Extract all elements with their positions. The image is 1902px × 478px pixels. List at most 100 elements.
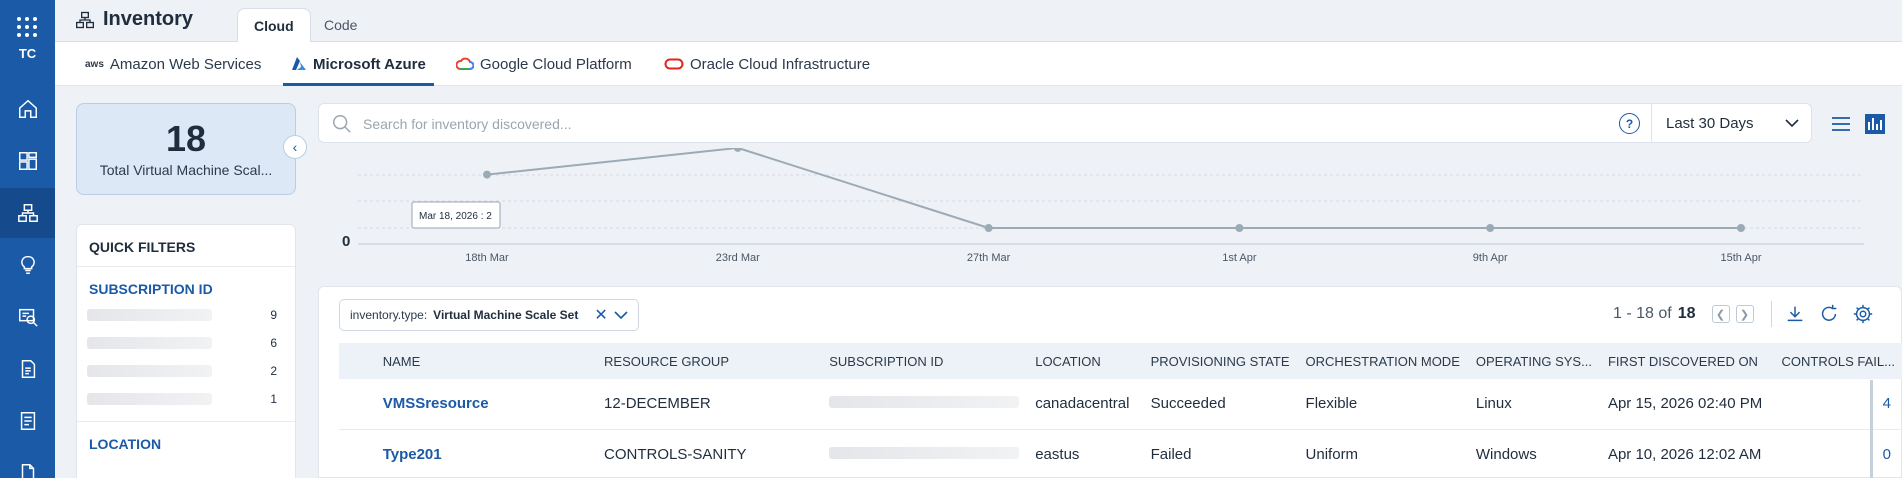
data-point[interactable] <box>1486 224 1495 232</box>
divider <box>1771 301 1772 327</box>
quick-filters-title: QUICK FILTERS <box>77 225 295 267</box>
filter-section-subscription[interactable]: SUBSCRIPTION ID <box>77 267 295 301</box>
data-point[interactable] <box>1737 224 1745 232</box>
collapse-panel-button[interactable]: ‹ <box>283 135 307 159</box>
refresh-icon[interactable] <box>1818 303 1840 325</box>
chevron-down-icon[interactable] <box>614 310 628 320</box>
column-header[interactable]: CONTROLS FAIL... <box>1774 343 1902 379</box>
provider-label: Amazon Web Services <box>109 55 262 73</box>
resource-name-link[interactable]: VMSSresource <box>375 379 596 429</box>
next-page-button[interactable]: ❯ <box>1735 305 1754 323</box>
filter-option[interactable]: 2 <box>77 357 295 385</box>
search-report-icon[interactable] <box>0 292 55 342</box>
column-header[interactable]: RESOURCE GROUP <box>596 343 821 379</box>
total-count-card[interactable]: 18 Total Virtual Machine Scal... <box>76 103 296 195</box>
date-range-select[interactable]: Last 30 Days <box>1651 104 1813 142</box>
redacted-value <box>87 337 212 349</box>
table-row[interactable]: Type201 CONTROLS-SANITY eastus Failed Un… <box>339 429 1902 478</box>
filter-option[interactable]: 9 <box>77 301 295 329</box>
provider-label: Google Cloud Platform <box>480 55 632 73</box>
tab-code[interactable]: Code <box>308 8 373 42</box>
controls-failed-link[interactable]: 0 <box>1774 429 1902 478</box>
x-tick-label: 15th Apr <box>1721 252 1762 264</box>
filter-count: 2 <box>270 364 277 378</box>
table-toolbar <box>1771 301 1874 327</box>
apps-grid-icon[interactable] <box>16 16 38 38</box>
filter-option[interactable]: 6 <box>77 329 295 357</box>
row-spacer <box>339 379 375 429</box>
resource-group-cell: CONTROLS-SANITY <box>604 445 747 463</box>
orchestration-mode-cell: Uniform <box>1305 445 1359 463</box>
filter-option[interactable]: 1 <box>77 385 295 413</box>
list-view-icon[interactable] <box>1830 113 1852 135</box>
chart-tooltip: Mar 18, 2026 : 2 <box>411 201 501 229</box>
prev-page-button[interactable]: ❮ <box>1711 305 1730 323</box>
home-icon[interactable] <box>0 84 55 134</box>
filter-section-location[interactable]: LOCATION <box>77 422 295 456</box>
search-input[interactable] <box>363 112 1493 136</box>
resource-name-link[interactable]: Type201 <box>375 429 596 478</box>
location-cell: canadacentral <box>1035 395 1130 413</box>
vertical-scrollbar[interactable] <box>1870 380 1873 478</box>
data-point[interactable] <box>1235 224 1244 232</box>
reports-icon[interactable] <box>0 396 55 446</box>
data-point[interactable] <box>483 170 491 179</box>
column-header[interactable]: LOCATION <box>1027 343 1142 379</box>
provisioning-state-cell: Failed <box>1150 445 1192 463</box>
provider-label: Oracle Cloud Infrastructure <box>690 55 871 73</box>
chart-view-icon[interactable] <box>1864 113 1886 135</box>
table-header-spacer <box>339 343 375 379</box>
provider-tab-oracle[interactable]: Oracle Cloud Infrastructure <box>664 42 870 86</box>
page-title: Inventory <box>75 8 193 31</box>
pagination-range: 1 - 18 of <box>1613 305 1672 322</box>
redacted-value <box>87 365 212 377</box>
gcp-logo-icon <box>456 57 474 70</box>
dashboard-icon[interactable] <box>0 136 55 186</box>
oracle-logo-icon <box>664 58 684 70</box>
pagination: 1 - 18 of 18 ❮ ❯ <box>1613 305 1754 323</box>
data-point[interactable] <box>733 148 742 152</box>
column-header[interactable]: ORCHESTRATION MODE <box>1298 343 1468 379</box>
redacted-value <box>829 446 1020 459</box>
y-tick-label: 0 <box>342 233 350 250</box>
view-toggle <box>1830 113 1886 135</box>
help-icon[interactable]: ? <box>1619 113 1640 134</box>
os-cell: Windows <box>1475 445 1537 463</box>
provider-tab-gcp[interactable]: Google Cloud Platform <box>456 42 632 86</box>
provider-tab-aws[interactable]: aws Amazon Web Services <box>85 42 261 86</box>
column-header[interactable]: FIRST DISCOVERED ON <box>1600 343 1774 379</box>
inventory-icon[interactable] <box>0 188 55 238</box>
insights-icon[interactable] <box>0 240 55 290</box>
column-header[interactable]: OPERATING SYS... <box>1468 343 1600 379</box>
settings-gear-icon[interactable] <box>1852 303 1874 325</box>
column-header[interactable]: NAME <box>375 343 596 379</box>
redacted-value <box>87 393 212 405</box>
file-icon[interactable] <box>0 448 55 478</box>
filter-chip[interactable]: inventory.type: Virtual Machine Scale Se… <box>339 299 639 331</box>
table-row[interactable]: VMSSresource 12-DECEMBER canadacentral S… <box>339 379 1902 429</box>
filter-chip-key: inventory.type: <box>350 308 428 322</box>
subscription-id-cell <box>821 379 1027 429</box>
controls-failed-link[interactable]: 4 <box>1774 379 1902 429</box>
inventory-title-icon <box>76 11 94 28</box>
provider-tab-azure[interactable]: Microsoft Azure <box>283 42 434 86</box>
brand-initials: TC <box>18 46 37 61</box>
tab-cloud[interactable]: Cloud <box>237 8 311 42</box>
left-rail: TC <box>0 0 55 478</box>
provider-tabs: aws Amazon Web Services Microsoft Azure … <box>55 42 1902 86</box>
chevron-left-icon: ‹ <box>292 139 298 155</box>
data-point[interactable] <box>984 224 993 232</box>
row-spacer <box>339 429 375 478</box>
column-header[interactable]: SUBSCRIPTION ID <box>821 343 1027 379</box>
series-line <box>486 148 1741 229</box>
close-icon[interactable]: ✕ <box>594 305 607 325</box>
policy-icon[interactable] <box>0 344 55 394</box>
column-header[interactable]: PROVISIONING STATE <box>1143 343 1298 379</box>
x-tick-label: 18th Mar <box>465 252 509 264</box>
download-icon[interactable] <box>1784 303 1806 325</box>
search-icon <box>333 115 351 133</box>
azure-logo-icon <box>292 57 306 70</box>
quick-filters-panel: QUICK FILTERS SUBSCRIPTION ID 9 6 2 1 LO… <box>76 224 296 478</box>
total-count-label: Total Virtual Machine Scal... <box>99 162 273 178</box>
first-discovered-cell: Apr 10, 2026 12:02 AM <box>1607 445 1762 463</box>
